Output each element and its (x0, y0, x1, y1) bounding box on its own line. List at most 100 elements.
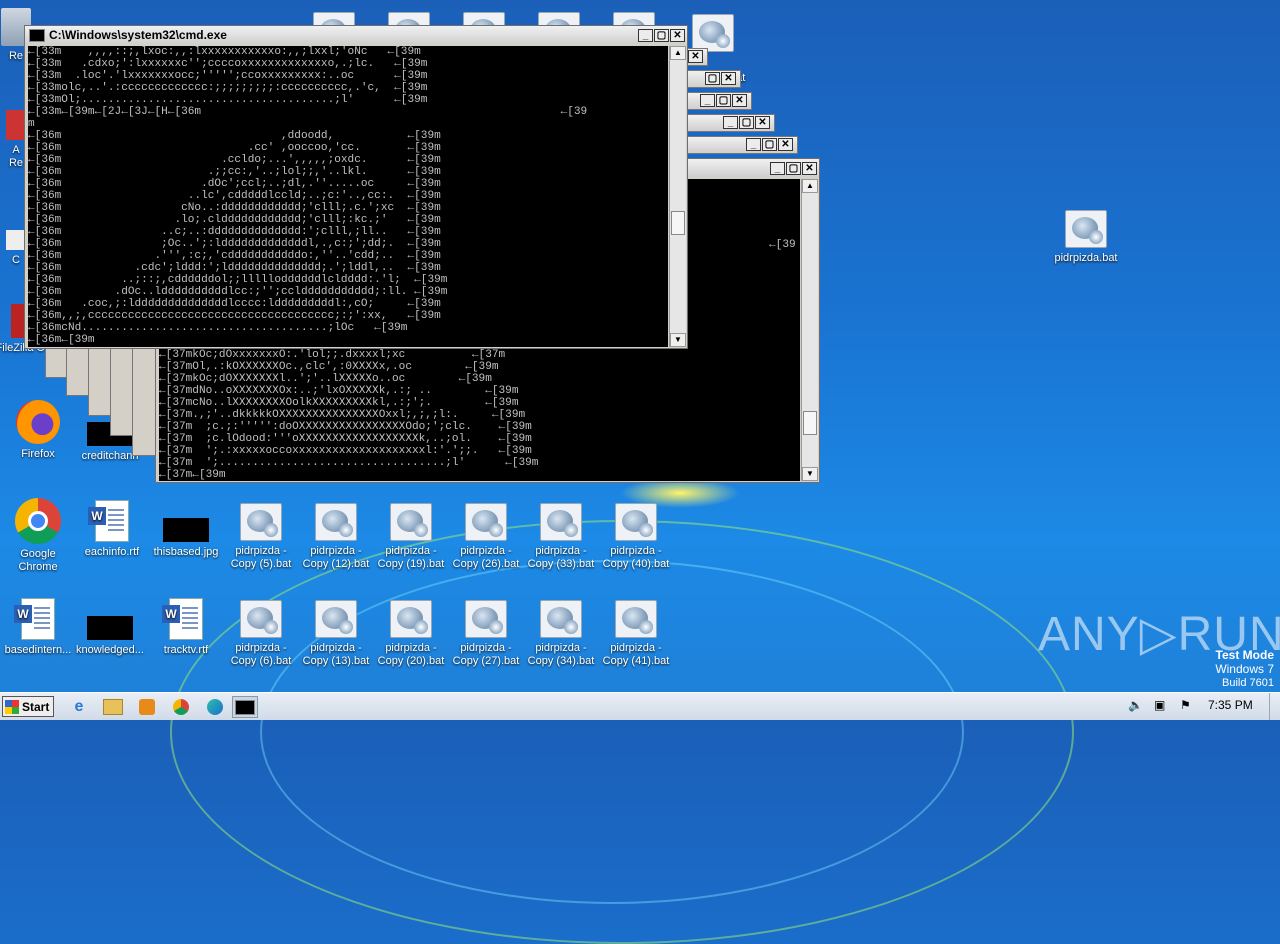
batch-file-icon (315, 503, 357, 541)
desktop-icon-bat[interactable]: pidrpizda - Copy (13).bat (298, 600, 374, 668)
batch-file-icon (465, 600, 507, 638)
edge-icon (207, 699, 223, 715)
desktop-icon-bat[interactable]: pidrpizda - Copy (12).bat (298, 503, 374, 571)
close-icon[interactable]: ✕ (755, 116, 770, 129)
desktop-icon-tracktv[interactable]: tracktv.rtf (148, 598, 224, 657)
desktop-icon-basedintern[interactable]: basedintern... (0, 598, 76, 657)
test-mode-notice: Test Mode Windows 7 Build 7601 (1215, 648, 1274, 690)
restore-icon[interactable]: ▢ (762, 138, 777, 151)
desktop-icon-firefox[interactable]: Firefox (0, 400, 76, 461)
cmd-icon (29, 28, 45, 42)
minimize-icon[interactable]: _ (638, 28, 653, 42)
window-controls: _ ▢ ✕ (723, 116, 772, 129)
minimize-icon[interactable]: _ (700, 94, 715, 107)
desktop-icon-knowledged[interactable]: knowledged... (72, 602, 148, 657)
vertical-scrollbar[interactable]: ▲ ▼ (801, 179, 818, 481)
window-title: C:\Windows\system32\cmd.exe (49, 28, 227, 42)
volume-icon[interactable]: 🔈 (1128, 698, 1143, 712)
vertical-scrollbar[interactable]: ▲ ▼ (669, 46, 686, 347)
window-controls: ✕ (688, 50, 705, 63)
close-icon[interactable]: ✕ (670, 28, 685, 42)
restore-icon[interactable]: ▢ (716, 94, 731, 107)
cmd-window-main[interactable]: C:\Windows\system32\cmd.exe _ ▢ ✕ ←[33m … (24, 25, 688, 349)
start-label: Start (22, 699, 50, 714)
desktop-icon-eachinfo[interactable]: eachinfo.rtf (74, 500, 150, 559)
folder-icon (103, 699, 123, 715)
desktop-icon-bat[interactable]: pidrpizda - Copy (5).bat (223, 503, 299, 571)
console-side-text: ←[39 (769, 239, 796, 251)
taskbar-media-button[interactable] (134, 696, 160, 718)
desktop-icon-bat[interactable]: pidrpizda - Copy (41).bat (598, 600, 674, 668)
test-mode-line: Test Mode (1215, 648, 1274, 662)
close-icon[interactable]: ✕ (688, 50, 703, 63)
desktop-icon-bat[interactable]: pidrpizda - Copy (19).bat (373, 503, 449, 571)
desktop-icon-pidrpizda[interactable]: pidrpizda.bat (1046, 210, 1126, 265)
taskbar-edge-button[interactable] (202, 696, 228, 718)
minimize-icon[interactable]: _ (746, 138, 761, 151)
batch-file-icon (615, 503, 657, 541)
scrollbar-thumb[interactable] (803, 411, 817, 435)
minimize-icon[interactable]: _ (770, 161, 785, 175)
batch-file-icon (315, 600, 357, 638)
firefox-icon (16, 400, 60, 444)
cmd-window-stacked[interactable]: _ ▢ ✕ (670, 136, 798, 154)
title-bar[interactable]: C:\Windows\system32\cmd.exe _ ▢ ✕ (25, 26, 687, 44)
console-output[interactable]: ←[33m ,,,,::;,lxoc:,,:lxxxxxxxxxxxo:,,;l… (28, 46, 668, 347)
network-icon[interactable]: ▣ (1154, 698, 1165, 712)
taskbar-explorer-button[interactable] (100, 696, 126, 718)
close-icon[interactable]: ✕ (732, 94, 747, 107)
taskbar-ie-button[interactable]: e (66, 696, 92, 718)
desktop-icon-thisbased[interactable]: thisbased.jpg (148, 504, 224, 559)
restore-icon[interactable]: ▢ (739, 116, 754, 129)
taskbar-cmd-button[interactable] (232, 696, 258, 718)
batch-file-icon (1065, 210, 1107, 248)
show-desktop-button[interactable] (1269, 693, 1280, 720)
close-icon[interactable]: ✕ (802, 161, 817, 175)
desktop-icon-bat[interactable]: pidrpizda - Copy (33).bat (523, 503, 599, 571)
image-thumbnail-icon (87, 616, 133, 640)
desktop-icon-label: pidrpizda - Copy (33).bat (527, 545, 595, 570)
desktop-icon-chrome[interactable]: Google Chrome (0, 498, 76, 574)
desktop-icon-label: pidrpizda - Copy (27).bat (452, 642, 520, 667)
maximize-icon[interactable]: ▢ (654, 28, 669, 42)
desktop-icon-bat[interactable]: pidrpizda - Copy (40).bat (598, 503, 674, 571)
desktop-icon-bat[interactable]: pidrpizda - Copy (27).bat (448, 600, 524, 668)
desktop-icon-label: basedintern... (4, 644, 72, 656)
desktop-icon-label: pidrpizda - Copy (34).bat (527, 642, 595, 667)
close-icon[interactable]: ✕ (721, 72, 736, 85)
desktop-icon-label: Firefox (21, 448, 55, 460)
scrollbar-thumb[interactable] (671, 211, 685, 235)
clock[interactable]: 7:35 PM (1208, 698, 1253, 712)
restore-icon[interactable]: ▢ (705, 72, 720, 85)
desktop-icon-label: eachinfo.rtf (84, 546, 140, 558)
close-icon[interactable]: ✕ (778, 138, 793, 151)
batch-file-icon (465, 503, 507, 541)
desktop-icon-label: tracktv.rtf (163, 644, 209, 656)
taskbar-chrome-button[interactable] (168, 696, 194, 718)
scroll-up-icon[interactable]: ▲ (802, 179, 818, 193)
desktop-icon-bat[interactable]: pidrpizda - Copy (26).bat (448, 503, 524, 571)
taskbar: Start e 🔈 ▣ ⚑ 7:35 PM (0, 692, 1280, 720)
desktop-icon-bat[interactable]: pidrpizda - Copy (20).bat (373, 600, 449, 668)
scroll-down-icon[interactable]: ▼ (670, 333, 686, 347)
action-center-flag-icon[interactable]: ⚑ (1180, 698, 1191, 712)
chrome-icon (15, 498, 61, 544)
desktop-icon-label: knowledged... (76, 644, 144, 656)
batch-file-icon (615, 600, 657, 638)
cmd-icon (235, 699, 255, 715)
window-controls: _ ▢ ✕ (638, 28, 687, 42)
app-icon (6, 230, 26, 250)
desktop-icon-label: pidrpizda - Copy (26).bat (452, 545, 520, 570)
desktop-icon-label: pidrpizda - Copy (40).bat (602, 545, 670, 570)
scroll-down-icon[interactable]: ▼ (802, 467, 818, 481)
scroll-up-icon[interactable]: ▲ (670, 46, 686, 60)
word-document-icon (88, 500, 129, 542)
desktop-icon-bat[interactable]: pidrpizda - Copy (34).bat (523, 600, 599, 668)
maximize-icon[interactable]: ▢ (786, 161, 801, 175)
desktop-icon-bat[interactable]: pidrpizda - Copy (6).bat (223, 600, 299, 668)
minimize-icon[interactable]: _ (723, 116, 738, 129)
start-button[interactable]: Start (2, 696, 54, 717)
batch-file-icon[interactable] (692, 14, 734, 52)
windows-logo-icon (5, 699, 19, 714)
app-icon (6, 110, 26, 140)
